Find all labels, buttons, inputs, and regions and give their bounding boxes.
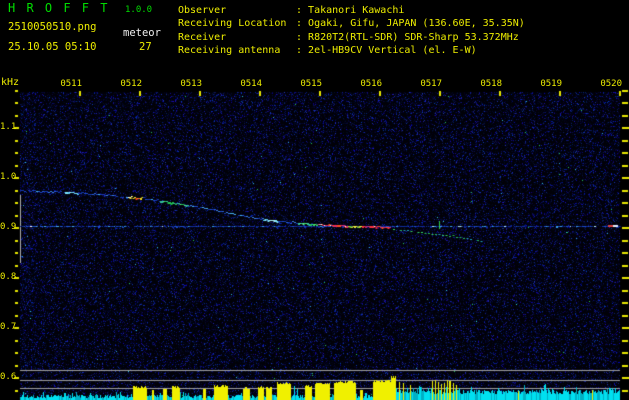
time-axis-label: 0520 xyxy=(600,79,622,89)
app-title: H R O F F T xyxy=(8,1,110,15)
freq-axis-label: 1.0 xyxy=(0,172,17,182)
info-label: Receiving antenna xyxy=(178,44,281,56)
echo-count: 27 xyxy=(139,41,152,53)
info-separator: : xyxy=(296,5,309,16)
output-filename: 2510050510.png xyxy=(8,21,97,33)
time-axis-label: 0519 xyxy=(540,79,562,89)
info-value: R820T2(RTL-SDR) SDR-Sharp 53.372MHz xyxy=(308,31,519,43)
spectrogram-canvas xyxy=(0,70,629,400)
info-label: Observer xyxy=(178,5,227,16)
time-axis-label: 0518 xyxy=(480,79,502,89)
hrofft-screen: H R O F F T 1.0.0 2510050510.png meteor … xyxy=(0,0,629,400)
info-separator: : xyxy=(296,31,309,43)
info-row: Receiving Location: Ogaki, Gifu, JAPAN (… xyxy=(178,17,525,30)
datetime-label: 25.10.05 05:10 xyxy=(8,41,97,53)
freq-axis-label: 0.8 xyxy=(0,272,17,282)
freq-axis-label: 1.1 xyxy=(0,122,17,132)
freq-axis-label: 0.9 xyxy=(0,222,17,232)
time-axis-label: 0517 xyxy=(420,79,442,89)
time-axis-label: 0511 xyxy=(60,79,82,89)
freq-axis-label: 0.7 xyxy=(0,322,17,332)
info-row: Receiver: R820T2(RTL-SDR) SDR-Sharp 53.3… xyxy=(178,31,525,44)
info-row: Receiving antenna: 2el-HB9CV Vertical (e… xyxy=(178,44,525,57)
time-axis-label: 0515 xyxy=(300,79,322,89)
info-value: Ogaki, Gifu, JAPAN (136.60E, 35.35N) xyxy=(308,18,525,30)
info-label: Receiver xyxy=(178,31,227,43)
info-label: Receiving Location xyxy=(178,18,287,30)
time-axis-label: 0516 xyxy=(360,79,382,89)
info-separator: : xyxy=(296,44,309,56)
info-separator: : xyxy=(296,18,309,30)
info-value: 2el-HB9CV Vertical (el. E-W) xyxy=(308,44,477,56)
info-row: Observer: Takanori Kawachi xyxy=(178,4,525,17)
station-info-panel: Observer: Takanori Kawachi Receiving Loca… xyxy=(178,4,525,57)
mode-label: meteor xyxy=(123,27,161,39)
app-version: 1.0.0 xyxy=(125,5,153,15)
freq-axis-unit: kHz xyxy=(1,77,20,88)
freq-axis-label: 0.6 xyxy=(0,372,17,382)
time-axis-label: 0514 xyxy=(240,79,262,89)
info-value: Takanori Kawachi xyxy=(308,5,405,16)
time-axis-label: 0513 xyxy=(180,79,202,89)
time-axis-label: 0512 xyxy=(120,79,142,89)
